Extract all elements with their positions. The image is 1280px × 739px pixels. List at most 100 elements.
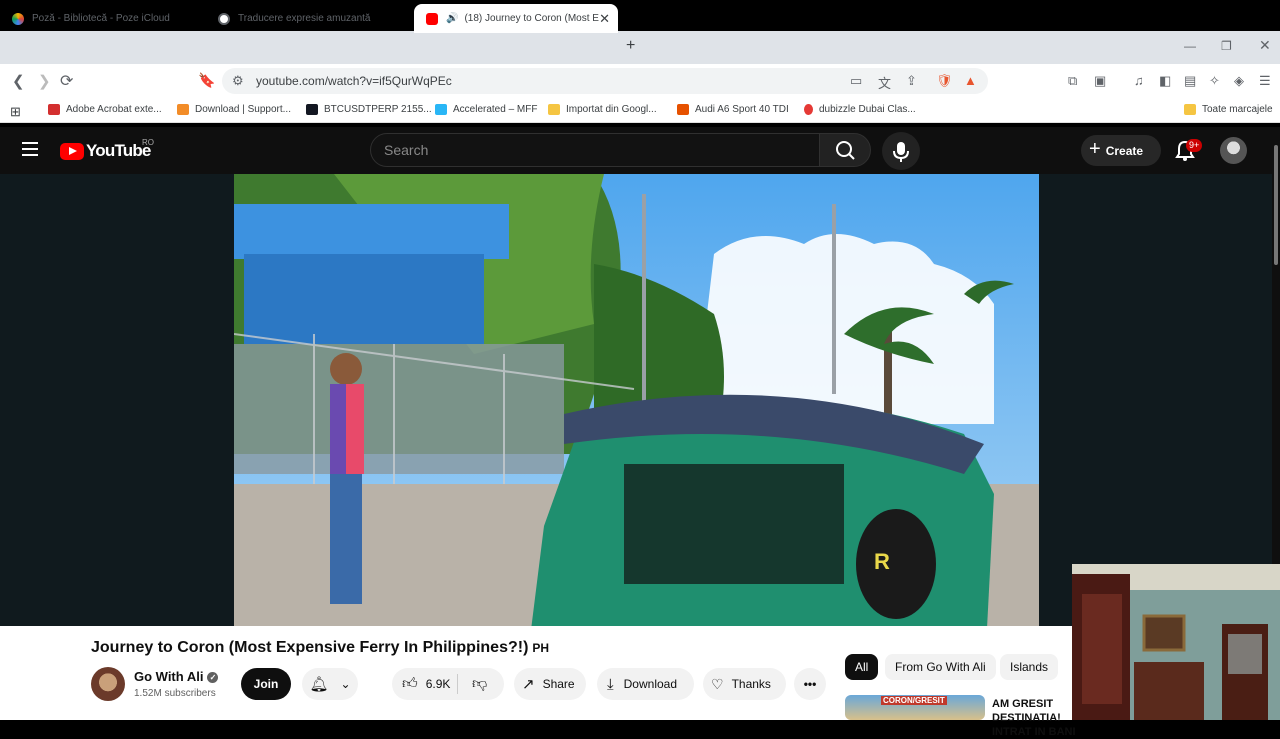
youtube-play-icon xyxy=(60,142,84,160)
subscribe-notifications-button[interactable]: 🔔︎ ⌄ xyxy=(302,668,358,700)
url-text[interactable]: youtube.com/watch?v=if5QurWqPEc xyxy=(256,74,452,88)
thanks-button[interactable]: ♡ Thanks xyxy=(703,668,786,700)
close-tab-icon[interactable]: ✕ xyxy=(599,11,610,27)
download-button[interactable]: ⤓ Download xyxy=(597,668,694,700)
metamask-icon xyxy=(177,104,189,115)
search-box[interactable] xyxy=(370,133,820,167)
bookmark-item[interactable]: Download | Support... xyxy=(177,104,291,115)
translate-icon[interactable]: 文 xyxy=(878,73,891,92)
chip-islands[interactable]: Islands xyxy=(1000,654,1059,680)
speaker-icon: 🔊 xyxy=(446,13,459,24)
tab-translate[interactable]: Traducere expresie amuzantă xyxy=(206,4,411,33)
youtube-logo[interactable]: YouTube RO xyxy=(60,138,154,161)
folder-icon xyxy=(548,104,560,115)
tradingview-icon xyxy=(306,104,318,115)
account-avatar[interactable] xyxy=(1220,137,1247,164)
media-icon[interactable]: ♫ xyxy=(1134,73,1144,88)
country-code: PH xyxy=(532,641,550,655)
bookmark-folder[interactable]: Importat din Googl... xyxy=(548,104,657,115)
share-button[interactable]: ↗ Share xyxy=(514,668,586,700)
dislike-icon[interactable]: 👎︎ xyxy=(472,675,487,693)
tab-strip xyxy=(0,31,1280,64)
plus-icon: + xyxy=(1089,137,1101,160)
folder-icon xyxy=(1184,104,1196,115)
like-divider xyxy=(457,674,458,694)
brave-rewards-icon[interactable]: ▲ xyxy=(964,73,977,88)
webcam-room-image xyxy=(1072,564,1280,720)
create-button[interactable]: + Create xyxy=(1081,135,1161,166)
extensions-icon[interactable]: ⧉ xyxy=(1068,73,1077,89)
brave-shield-icon[interactable]: 🛡 xyxy=(936,73,953,89)
video-frame[interactable]: R xyxy=(234,174,1039,626)
like-dislike-group: 👍︎ 6.9K 👎︎ xyxy=(392,668,504,700)
video-title: Journey to Coron (Most Expensive Ferry I… xyxy=(91,639,550,656)
minimize-icon[interactable]: — xyxy=(1184,39,1196,53)
wallet-icon[interactable]: ▤ xyxy=(1184,73,1196,89)
close-window-icon[interactable]: ✕ xyxy=(1259,37,1271,54)
vpn-icon[interactable]: ◈ xyxy=(1234,73,1244,89)
thumbnail-text: CORON/GRESIT xyxy=(881,696,947,705)
voice-search-button[interactable] xyxy=(882,132,920,170)
chip-all[interactable]: All xyxy=(845,654,879,680)
share-icon: ↗ xyxy=(522,676,535,693)
more-actions-button[interactable]: ••• xyxy=(794,668,826,700)
tab-label: Traducere expresie amuzantă xyxy=(238,13,371,24)
like-count[interactable]: 6.9K xyxy=(426,677,451,691)
verified-icon: ✓ xyxy=(207,672,219,684)
recommended-title[interactable]: AM GRESIT DESTINATIA! INTRAT IN BANI xyxy=(992,697,1082,739)
notification-count-badge: 9+ xyxy=(1186,139,1203,152)
chatgpt-icon xyxy=(218,12,230,25)
chevron-down-icon: ⌄ xyxy=(340,677,351,691)
forward-icon[interactable]: ❯ xyxy=(38,72,51,90)
all-bookmarks-folder[interactable]: Toate marcajele xyxy=(1184,104,1273,115)
back-icon[interactable]: ❮ xyxy=(12,72,25,90)
scrollbar-thumb[interactable] xyxy=(1274,145,1278,265)
more-icon: ••• xyxy=(803,677,817,691)
video-scene-image: R xyxy=(234,174,1039,626)
bookmark-item[interactable]: Audi A6 Sport 40 TDI xyxy=(677,104,789,115)
bookmark-item[interactable]: Accelerated – MFF xyxy=(435,104,537,115)
bookmark-item[interactable]: dubizzle Dubai Clas... xyxy=(804,104,916,115)
search-icon xyxy=(836,141,855,160)
autovit-icon xyxy=(677,104,689,115)
search-input[interactable]: Search xyxy=(384,142,428,158)
bell-outline-icon: 🔔︎ xyxy=(309,676,329,693)
menu-icon[interactable]: ☰ xyxy=(1259,73,1271,89)
tab-youtube-active[interactable]: 🔊 (18) Journey to Coron (Most E ✕ xyxy=(414,4,618,33)
sidebar-reader-icon[interactable]: ▣ xyxy=(1094,73,1106,89)
tab-icloud-photos[interactable]: Poză - Bibliotecă - Poze iCloud xyxy=(0,4,205,33)
channel-name[interactable]: Go With Ali ✓ xyxy=(134,669,219,684)
leo-ai-icon[interactable]: ✧ xyxy=(1209,73,1220,89)
guide-menu-icon[interactable] xyxy=(22,142,38,156)
icloud-photos-icon xyxy=(12,12,24,25)
youtube-favicon-icon xyxy=(426,12,438,25)
acrobat-icon xyxy=(48,104,60,115)
bookmark-item[interactable]: Adobe Acrobat exte... xyxy=(48,104,162,115)
search-button[interactable] xyxy=(819,133,871,167)
channel-avatar[interactable] xyxy=(91,667,125,701)
side-panel-icon[interactable]: ◧ xyxy=(1159,73,1171,89)
apps-grid-icon[interactable]: ⊞ xyxy=(10,104,21,120)
tab-label: Poză - Bibliotecă - Poze iCloud xyxy=(32,13,170,24)
bookmark-item[interactable]: BTCUSDTPERP 2155... xyxy=(306,104,432,115)
bookmark-icon[interactable]: 🔖 xyxy=(198,72,215,89)
mff-icon xyxy=(435,104,447,115)
microphone-icon xyxy=(893,142,909,162)
like-icon[interactable]: 👍︎ xyxy=(402,675,418,693)
tab-label: (18) Journey to Coron (Most E xyxy=(464,13,599,24)
cast-icon[interactable]: ▭ xyxy=(850,73,862,89)
thanks-heart-icon: ♡ xyxy=(711,675,724,692)
new-tab-button[interactable]: + xyxy=(626,37,635,55)
download-icon: ⤓ xyxy=(607,675,614,693)
share-page-icon[interactable]: ⇪ xyxy=(906,73,917,89)
site-settings-icon[interactable]: ⚙ xyxy=(232,73,244,89)
man-figure xyxy=(330,353,364,604)
subscriber-count: 1.52M subscribers xyxy=(134,688,216,699)
join-button[interactable]: Join xyxy=(241,668,291,700)
webcam-overlay xyxy=(1072,564,1280,720)
dubizzle-icon xyxy=(804,104,813,115)
restore-icon[interactable]: ❐ xyxy=(1221,39,1232,53)
reload-icon[interactable]: ⟳ xyxy=(60,71,73,91)
chip-from-channel[interactable]: From Go With Ali xyxy=(885,654,996,680)
recommended-thumbnail[interactable]: CORON/GRESIT xyxy=(845,695,985,720)
